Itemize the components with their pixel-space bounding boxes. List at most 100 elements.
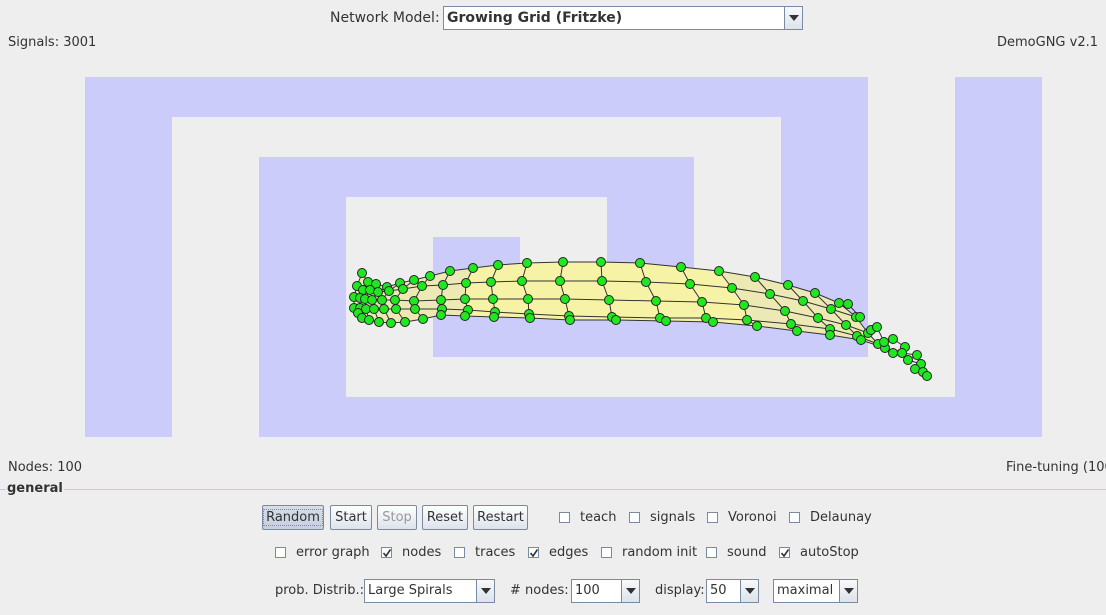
checkbox-box[interactable] — [559, 512, 570, 523]
grid-node — [798, 296, 808, 306]
speed-select[interactable]: maximal — [773, 579, 858, 603]
grid-node — [417, 281, 427, 291]
display-select[interactable]: 50 — [706, 579, 759, 603]
grid-node — [367, 295, 377, 305]
nodes-checkbox[interactable]: nodes — [381, 545, 441, 560]
grid-node — [517, 276, 527, 286]
checkbox-box[interactable] — [275, 547, 286, 558]
voronoi-checkbox[interactable]: Voronoi — [707, 510, 777, 525]
edges-checkbox[interactable]: edges — [528, 545, 588, 560]
grid-node — [391, 304, 401, 314]
reset-button[interactable]: Reset — [422, 505, 468, 530]
grid-node — [461, 278, 471, 288]
distribution-select[interactable]: Large Spirals — [364, 579, 495, 603]
grid-node — [685, 279, 695, 289]
speed-value: maximal — [777, 583, 834, 598]
grid-node — [780, 306, 790, 316]
grid-node — [436, 310, 446, 320]
reset-button-label: Reset — [426, 510, 464, 525]
checkbox-box[interactable] — [454, 547, 465, 558]
check-icon — [780, 549, 790, 558]
grid-node — [727, 283, 737, 293]
autostop-label: autoStop — [800, 545, 859, 560]
chevron-down-icon[interactable] — [839, 580, 857, 602]
grid-node — [357, 268, 367, 278]
sound-label: sound — [727, 545, 767, 560]
display-label: display: — [655, 583, 705, 598]
grid-node — [488, 294, 498, 304]
delaunay-checkbox[interactable]: Delaunay — [789, 510, 872, 525]
traces-checkbox[interactable]: traces — [454, 545, 515, 560]
checkbox-box[interactable] — [707, 512, 718, 523]
checkbox-box[interactable] — [779, 547, 790, 558]
grid-node — [460, 294, 470, 304]
traces-label: traces — [475, 545, 516, 560]
check-icon — [529, 549, 539, 558]
distribution-label: prob. Distrib.: — [275, 583, 364, 598]
grid-node — [597, 276, 607, 286]
version-label: DemoGNG v2.1 — [997, 35, 1098, 50]
chevron-down-icon[interactable] — [784, 7, 802, 29]
checkbox-box[interactable] — [629, 512, 640, 523]
stop-button-label: Stop — [382, 510, 412, 525]
grid-node — [377, 295, 387, 305]
signals-checkbox[interactable]: signals — [629, 510, 695, 525]
chevron-down-icon[interactable] — [476, 580, 494, 602]
grid-node — [676, 262, 686, 272]
grid-node — [398, 284, 408, 294]
grid-node — [872, 322, 882, 332]
grid-node — [856, 335, 866, 345]
signals-count: Signals: 3001 — [8, 35, 97, 50]
chevron-down-icon[interactable] — [740, 580, 758, 602]
grid-node — [611, 315, 621, 325]
display-value: 50 — [710, 583, 727, 598]
autostop-checkbox[interactable]: autoStop — [779, 545, 859, 560]
nodes-label: nodes — [402, 545, 442, 560]
start-button-label: Start — [335, 510, 367, 525]
grid-node — [888, 334, 898, 344]
nodes-number-label: # nodes: — [510, 583, 569, 598]
grid-node — [489, 312, 499, 322]
grid-node — [493, 260, 503, 270]
check-icon — [382, 549, 392, 558]
restart-button[interactable]: Restart — [473, 505, 528, 530]
grid-node — [486, 277, 496, 287]
random-button[interactable]: Random — [262, 505, 324, 530]
nodes-number-select[interactable]: 100 — [571, 579, 640, 603]
sound-checkbox[interactable]: sound — [706, 545, 766, 560]
checkbox-box[interactable] — [789, 512, 800, 523]
grid-node — [369, 304, 379, 314]
random-button-label: Random — [263, 509, 323, 526]
grid-node — [525, 313, 535, 323]
grid-node — [834, 298, 844, 308]
signals-label: signals — [650, 510, 696, 525]
chevron-down-icon[interactable] — [621, 580, 639, 602]
grid-node — [750, 272, 760, 282]
grid-node — [912, 350, 922, 360]
stop-button: Stop — [377, 505, 417, 530]
grid-node — [425, 271, 435, 281]
grid-node — [641, 277, 651, 287]
teach-checkbox[interactable]: teach — [559, 510, 616, 525]
grid-node — [565, 315, 575, 325]
error-graph-label: error graph — [296, 545, 370, 560]
simulation-canvas[interactable] — [0, 52, 1106, 452]
grid-node — [604, 295, 614, 305]
network-model-select[interactable]: Growing Grid (Fritzke) — [443, 6, 803, 30]
grid-node — [379, 304, 389, 314]
grid-node — [390, 295, 400, 305]
checkbox-box[interactable] — [706, 547, 717, 558]
start-button[interactable]: Start — [330, 505, 372, 530]
grid-node — [558, 257, 568, 267]
random-init-checkbox[interactable]: random init — [601, 545, 697, 560]
error-graph-checkbox[interactable]: error graph — [275, 545, 370, 560]
grid-node — [560, 294, 570, 304]
delaunay-label: Delaunay — [810, 510, 872, 525]
grid-node — [523, 294, 533, 304]
grid-node — [651, 296, 661, 306]
checkbox-box[interactable] — [601, 547, 612, 558]
checkbox-box[interactable] — [381, 547, 392, 558]
grid-node — [879, 337, 889, 347]
grid-node — [903, 355, 913, 365]
checkbox-box[interactable] — [528, 547, 539, 558]
